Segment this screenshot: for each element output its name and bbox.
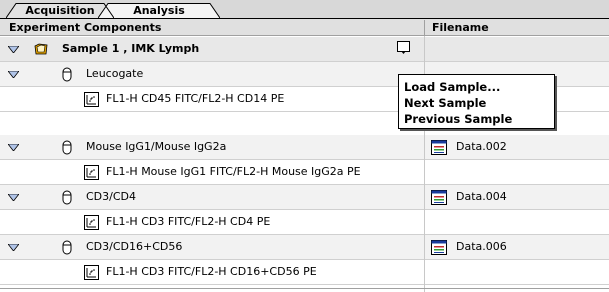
- column-header: Experiment Components Filename: [0, 19, 609, 36]
- tube-label: CD3/CD16+CD56: [86, 240, 183, 253]
- data-file-icon[interactable]: [431, 140, 447, 155]
- sample-row[interactable]: Sample 1 , IMK Lymph: [0, 37, 609, 62]
- tube-label: Leucogate: [86, 67, 144, 80]
- tube-icon: [62, 190, 72, 205]
- menu-item-load-sample[interactable]: Load Sample...: [404, 79, 500, 95]
- plot-row[interactable]: FL1-H CD3 FITC/FL2-H CD16+CD56 PE: [0, 260, 609, 285]
- menu-item-next-sample[interactable]: Next Sample: [404, 95, 486, 111]
- dot-plot-icon: [84, 92, 99, 107]
- tab-bar: Acquisition Analysis: [0, 0, 609, 19]
- disclosure-triangle-icon[interactable]: [8, 144, 19, 151]
- plot-label: FL1-H CD45 FITC/FL2-H CD14 PE: [106, 92, 285, 105]
- disclosure-triangle-icon[interactable]: [8, 244, 19, 251]
- disclosure-triangle-icon[interactable]: [8, 71, 19, 78]
- tab-acquisition[interactable]: Acquisition: [6, 3, 114, 18]
- tube-filename: Data.006: [456, 240, 507, 253]
- column-experiment-components[interactable]: Experiment Components: [9, 19, 161, 36]
- tube-row[interactable]: CD3/CD16+CD56 Data.006: [0, 235, 609, 260]
- dot-plot-icon: [84, 215, 99, 230]
- tube-icon: [62, 140, 72, 155]
- sample-label: Sample 1 , IMK Lymph: [62, 42, 200, 55]
- chevron-down-icon: [401, 51, 406, 54]
- sample-menu-button[interactable]: [397, 41, 410, 54]
- data-file-icon[interactable]: [431, 240, 447, 255]
- sample-popup-menu: Load Sample... Next Sample Previous Samp…: [398, 74, 555, 129]
- tab-analysis[interactable]: Analysis: [98, 3, 220, 18]
- data-file-icon[interactable]: [431, 190, 447, 205]
- plot-row[interactable]: FL1-H Mouse IgG1 FITC/FL2-H Mouse IgG2a …: [0, 160, 609, 185]
- dot-plot-icon: [84, 265, 99, 280]
- tube-row[interactable]: CD3/CD4 Data.004: [0, 185, 609, 210]
- tube-label: Mouse IgG1/Mouse IgG2a: [86, 140, 227, 153]
- tube-row[interactable]: Mouse IgG1/Mouse IgG2a Data.002: [0, 135, 609, 160]
- sample-folder-icon: [34, 43, 48, 55]
- tube-filename: Data.004: [456, 190, 507, 203]
- tube-filename: Data.002: [456, 140, 507, 153]
- tab-analysis-label: Analysis: [133, 4, 185, 17]
- menu-item-previous-sample[interactable]: Previous Sample: [404, 111, 512, 127]
- column-filename[interactable]: Filename: [432, 19, 489, 36]
- disclosure-triangle-icon[interactable]: [8, 46, 19, 53]
- disclosure-triangle-icon[interactable]: [8, 194, 19, 201]
- plot-label: FL1-H CD3 FITC/FL2-H CD16+CD56 PE: [106, 265, 317, 278]
- plot-row[interactable]: FL1-H CD3 FITC/FL2-H CD4 PE: [0, 210, 609, 235]
- dot-plot-icon: [84, 165, 99, 180]
- plot-label: FL1-H CD3 FITC/FL2-H CD4 PE: [106, 215, 271, 228]
- tab-acquisition-label: Acquisition: [25, 4, 95, 17]
- tube-icon: [62, 240, 72, 255]
- column-divider[interactable]: [424, 20, 425, 35]
- list-bottom-border: [0, 288, 609, 289]
- tube-label: CD3/CD4: [86, 190, 137, 203]
- plot-label: FL1-H Mouse IgG1 FITC/FL2-H Mouse IgG2a …: [106, 165, 361, 178]
- tube-icon: [62, 67, 72, 82]
